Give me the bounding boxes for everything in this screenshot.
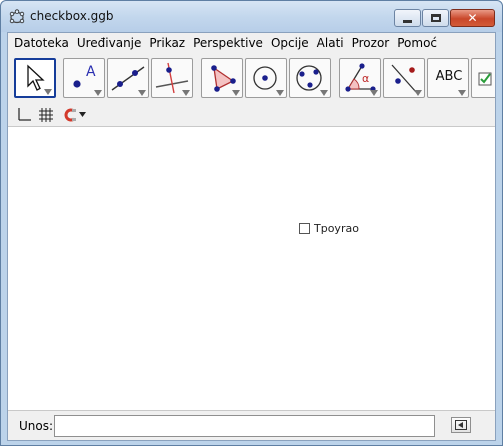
angle-alpha-label: α bbox=[362, 72, 370, 85]
menu-uredivanje[interactable]: Uređivanje bbox=[73, 36, 146, 50]
style-bar bbox=[8, 103, 495, 127]
menu-datoteka[interactable]: Datoteka bbox=[8, 36, 73, 50]
window-title: checkbox.ggb bbox=[30, 9, 114, 23]
tool-checkbox-button[interactable] bbox=[471, 58, 495, 98]
minimize-icon bbox=[403, 19, 412, 23]
tool-polygon-button[interactable] bbox=[201, 58, 243, 98]
tool-circle-three-points-button[interactable] bbox=[289, 58, 331, 98]
menu-bar: Datoteka Uređivanje Prikaz Perspektive O… bbox=[8, 33, 495, 53]
menu-opcije[interactable]: Opcije bbox=[267, 36, 313, 50]
tool-move-button[interactable] bbox=[14, 58, 56, 98]
tool-line-button[interactable] bbox=[107, 58, 149, 98]
checkbox-label[interactable]: Tpoyrao bbox=[314, 222, 359, 235]
dropdown-triangle-icon bbox=[138, 90, 146, 96]
boolean-checkbox[interactable]: Tpoyrao bbox=[299, 222, 359, 235]
dropdown-triangle-icon bbox=[94, 90, 102, 96]
dropdown-triangle-icon bbox=[370, 90, 378, 96]
dropdown-triangle-icon bbox=[276, 90, 284, 96]
tool-point-button[interactable]: A bbox=[63, 58, 105, 98]
dropdown-triangle-icon bbox=[458, 90, 466, 96]
tool-bar: A α ABC bbox=[8, 53, 495, 103]
geogebra-app-icon bbox=[9, 9, 25, 24]
input-help-icon bbox=[455, 420, 467, 430]
app-window: checkbox.ggb ✕ Datoteka Uređivanje Prika… bbox=[0, 0, 503, 446]
dropdown-triangle-icon bbox=[320, 90, 328, 96]
title-bar[interactable]: checkbox.ggb ✕ bbox=[1, 1, 502, 32]
checkbox-tool-icon bbox=[478, 72, 492, 86]
maximize-button[interactable] bbox=[422, 9, 449, 27]
menu-prikaz[interactable]: Prikaz bbox=[145, 36, 189, 50]
menu-perspektive[interactable]: Perspektive bbox=[189, 36, 267, 50]
text-icon: ABC bbox=[435, 69, 463, 84]
maximize-icon bbox=[430, 14, 441, 22]
dropdown-triangle-icon bbox=[414, 90, 422, 96]
tool-text-button[interactable]: ABC bbox=[427, 58, 469, 98]
tool-reflect-button[interactable] bbox=[383, 58, 425, 98]
caption-buttons: ✕ bbox=[393, 9, 495, 27]
graphics-view[interactable]: Tpoyrao bbox=[8, 127, 495, 409]
minimize-button[interactable] bbox=[394, 9, 421, 27]
point-label-a: A bbox=[86, 64, 96, 80]
input-label: Unos: bbox=[19, 419, 54, 433]
grid-icon[interactable] bbox=[38, 107, 54, 123]
dropdown-arrow-icon[interactable] bbox=[79, 112, 87, 118]
menu-prozor[interactable]: Prozor bbox=[348, 36, 394, 50]
dropdown-triangle-icon bbox=[232, 90, 240, 96]
input-field[interactable] bbox=[54, 415, 435, 437]
dropdown-triangle-icon bbox=[182, 90, 190, 96]
close-button[interactable]: ✕ bbox=[450, 9, 495, 27]
point-capturing-icon[interactable] bbox=[61, 107, 77, 123]
axes-icon[interactable] bbox=[16, 107, 32, 123]
tool-angle-button[interactable]: α bbox=[339, 58, 381, 98]
menu-pomoc[interactable]: Pomoć bbox=[393, 36, 441, 50]
application-client-area: Datoteka Uređivanje Prikaz Perspektive O… bbox=[7, 32, 496, 441]
tool-perpendicular-button[interactable] bbox=[151, 58, 193, 98]
menu-alati[interactable]: Alati bbox=[313, 36, 348, 50]
dropdown-triangle-icon bbox=[44, 89, 52, 95]
input-bar: Unos: bbox=[8, 410, 495, 440]
tool-circle-center-button[interactable] bbox=[245, 58, 287, 98]
close-icon: ✕ bbox=[467, 11, 478, 25]
input-help-button[interactable] bbox=[451, 417, 471, 433]
checkbox-box[interactable] bbox=[299, 223, 310, 234]
